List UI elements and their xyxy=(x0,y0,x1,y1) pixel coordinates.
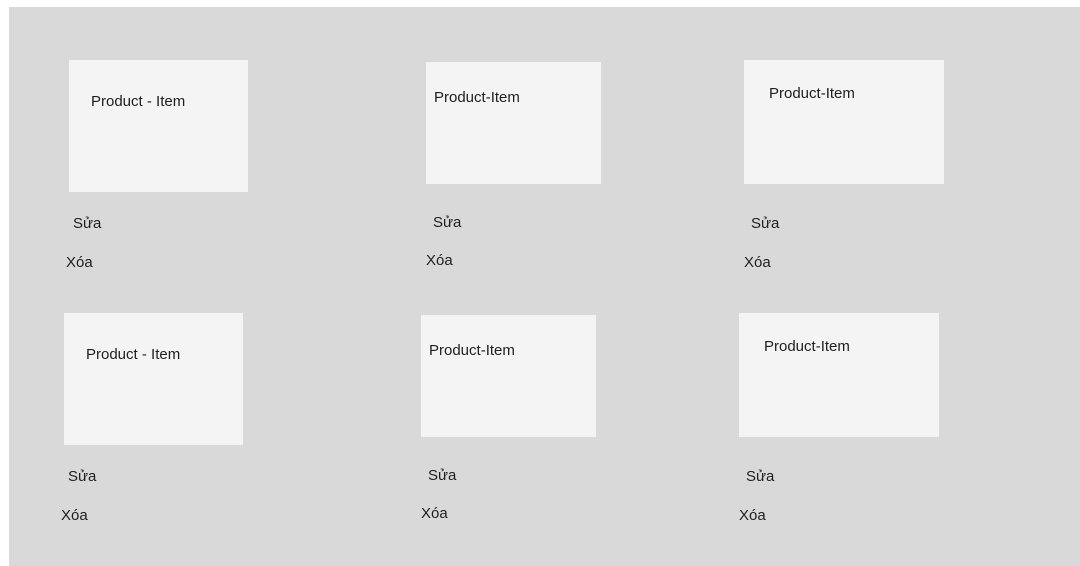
edit-button[interactable]: Sửa xyxy=(746,468,774,485)
edit-button[interactable]: Sửa xyxy=(68,468,96,485)
product-card[interactable]: Product-Item xyxy=(744,60,944,184)
product-board: Product - Item Sửa Xóa Product-Item Sửa … xyxy=(9,7,1080,566)
product-card[interactable]: Product-Item xyxy=(421,315,596,437)
product-card[interactable]: Product - Item xyxy=(64,313,243,445)
product-card-title: Product - Item xyxy=(91,93,186,110)
delete-button[interactable]: Xóa xyxy=(61,507,88,524)
delete-button[interactable]: Xóa xyxy=(744,254,771,271)
delete-button[interactable]: Xóa xyxy=(739,507,766,524)
delete-button[interactable]: Xóa xyxy=(421,505,448,522)
delete-button[interactable]: Xóa xyxy=(426,252,453,269)
product-card[interactable]: Product-Item xyxy=(739,313,939,437)
product-card[interactable]: Product - Item xyxy=(69,60,248,192)
product-card[interactable]: Product-Item xyxy=(426,62,601,184)
edit-button[interactable]: Sửa xyxy=(433,214,461,231)
product-card-title: Product-Item xyxy=(434,89,520,106)
edit-button[interactable]: Sửa xyxy=(751,215,779,232)
product-card-title: Product-Item xyxy=(764,338,850,355)
edit-button[interactable]: Sửa xyxy=(428,467,456,484)
edit-button[interactable]: Sửa xyxy=(73,215,101,232)
product-card-title: Product-Item xyxy=(429,342,515,359)
delete-button[interactable]: Xóa xyxy=(66,254,93,271)
product-card-title: Product-Item xyxy=(769,85,855,102)
product-card-title: Product - Item xyxy=(86,346,181,363)
